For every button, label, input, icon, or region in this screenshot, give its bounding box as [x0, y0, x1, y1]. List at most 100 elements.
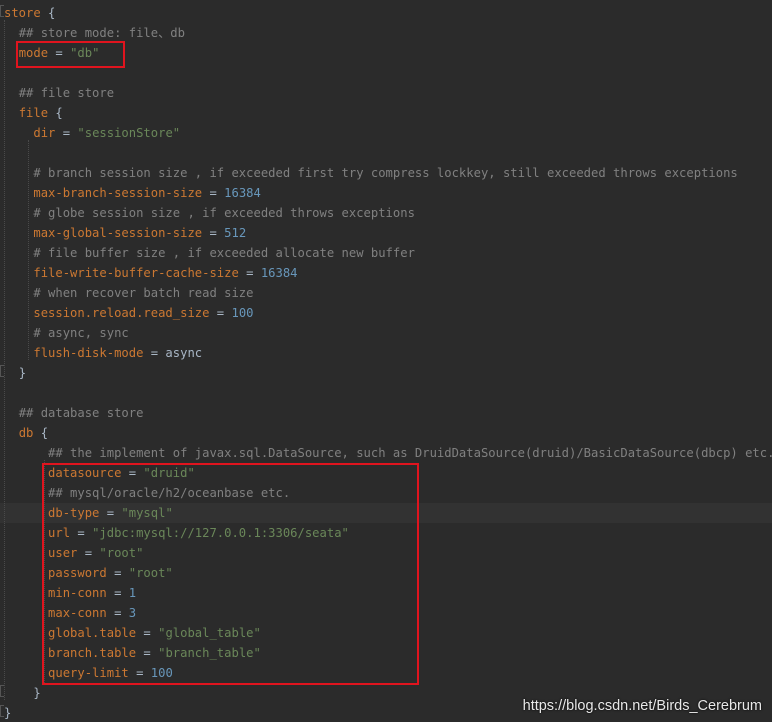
code-token: =: [238, 266, 261, 280]
code-token: db-type: [48, 506, 100, 520]
code-line[interactable]: # globe session size , if exceeded throw…: [0, 203, 772, 223]
code-token: "branch_table": [158, 646, 261, 660]
code-token: =: [70, 526, 93, 540]
code-token: =: [106, 586, 129, 600]
code-line[interactable]: # when recover batch read size: [0, 283, 772, 303]
code-line[interactable]: file-write-buffer-cache-size = 16384: [0, 263, 772, 283]
code-token: file: [18, 106, 49, 120]
code-line[interactable]: [0, 383, 772, 403]
code-token: # when recover batch read size: [33, 286, 254, 300]
code-token: 100: [150, 666, 173, 680]
code-line[interactable]: branch.table = "branch_table": [0, 643, 772, 663]
fold-marker[interactable]: [0, 365, 4, 377]
code-line[interactable]: db {: [0, 423, 772, 443]
code-line[interactable]: url = "jdbc:mysql://127.0.0.1:3306/seata…: [0, 523, 772, 543]
code-token: # file buffer size , if exceeded allocat…: [33, 246, 415, 260]
code-line[interactable]: # branch session size , if exceeded firs…: [0, 163, 772, 183]
code-token: user: [48, 546, 78, 560]
code-line[interactable]: # file buffer size , if exceeded allocat…: [0, 243, 772, 263]
code-line[interactable]: flush-disk-mode = async: [0, 343, 772, 363]
code-token: =: [128, 666, 151, 680]
fold-marker[interactable]: [0, 5, 4, 17]
code-token: ## the implement of javax.sql.DataSource…: [48, 446, 772, 460]
code-token: =: [55, 126, 78, 140]
code-token: 512: [224, 226, 247, 240]
code-token: =: [77, 546, 100, 560]
code-line[interactable]: datasource = "druid": [0, 463, 772, 483]
code-token: }: [18, 366, 27, 380]
code-line[interactable]: user = "root": [0, 543, 772, 563]
code-token: dir: [33, 126, 56, 140]
code-token: }: [33, 686, 41, 700]
code-line[interactable]: max-global-session-size = 512: [0, 223, 772, 243]
code-token: 1: [128, 586, 137, 600]
code-line[interactable]: store {: [0, 3, 772, 23]
code-token: =: [106, 606, 129, 620]
code-line[interactable]: db-type = "mysql": [0, 503, 772, 523]
code-line[interactable]: session.reload.read_size = 100: [0, 303, 772, 323]
code-token: =: [106, 566, 129, 580]
fold-marker[interactable]: [0, 705, 4, 717]
code-line[interactable]: ## database store: [0, 403, 772, 423]
code-line[interactable]: max-conn = 3: [0, 603, 772, 623]
code-token: ## mysql/oracle/h2/oceanbase etc.: [48, 486, 291, 500]
code-line[interactable]: # async, sync: [0, 323, 772, 343]
code-line[interactable]: ## mysql/oracle/h2/oceanbase etc.: [0, 483, 772, 503]
code-token: "sessionStore": [77, 126, 181, 140]
fold-marker[interactable]: [0, 685, 4, 697]
indent-guide: [28, 140, 29, 360]
code-token: =: [121, 466, 144, 480]
code-editor[interactable]: store { ## store mode: file、db mode = "d…: [0, 0, 772, 722]
code-token: "global_table": [158, 626, 261, 640]
code-token: =: [209, 306, 232, 320]
code-token: ## store mode: file、db: [18, 26, 185, 40]
code-line[interactable]: query-limit = 100: [0, 663, 772, 683]
code-token: =: [202, 226, 225, 240]
code-token: }: [4, 706, 12, 720]
code-line[interactable]: max-branch-session-size = 16384: [0, 183, 772, 203]
code-line[interactable]: global.table = "global_table": [0, 623, 772, 643]
code-token: store: [4, 6, 41, 20]
code-token: db: [18, 426, 34, 440]
code-line[interactable]: min-conn = 1: [0, 583, 772, 603]
code-line[interactable]: password = "root": [0, 563, 772, 583]
code-token: flush-disk-mode: [33, 346, 144, 360]
code-token: datasource: [48, 466, 122, 480]
code-line[interactable]: dir = "sessionStore": [0, 123, 772, 143]
code-line[interactable]: }: [0, 363, 772, 383]
code-token: {: [33, 426, 49, 440]
code-line[interactable]: [0, 143, 772, 163]
code-token: # async, sync: [33, 326, 129, 340]
code-token: "mysql": [121, 506, 173, 520]
code-token: 100: [231, 306, 254, 320]
code-line[interactable]: mode = "db": [0, 43, 772, 63]
code-token: query-limit: [48, 666, 129, 680]
code-token: mode: [18, 46, 49, 60]
code-line[interactable]: ## store mode: file、db: [0, 23, 772, 43]
code-line[interactable]: [0, 63, 772, 83]
code-line[interactable]: file {: [0, 103, 772, 123]
code-token: 16384: [224, 186, 261, 200]
code-line[interactable]: ## the implement of javax.sql.DataSource…: [0, 443, 772, 463]
code-token: =: [136, 646, 159, 660]
code-token: {: [40, 6, 56, 20]
code-token: url: [48, 526, 71, 540]
code-token: 16384: [260, 266, 298, 280]
code-line[interactable]: ## file store: [0, 83, 772, 103]
indent-guide: [44, 460, 45, 685]
code-token: =: [99, 506, 122, 520]
